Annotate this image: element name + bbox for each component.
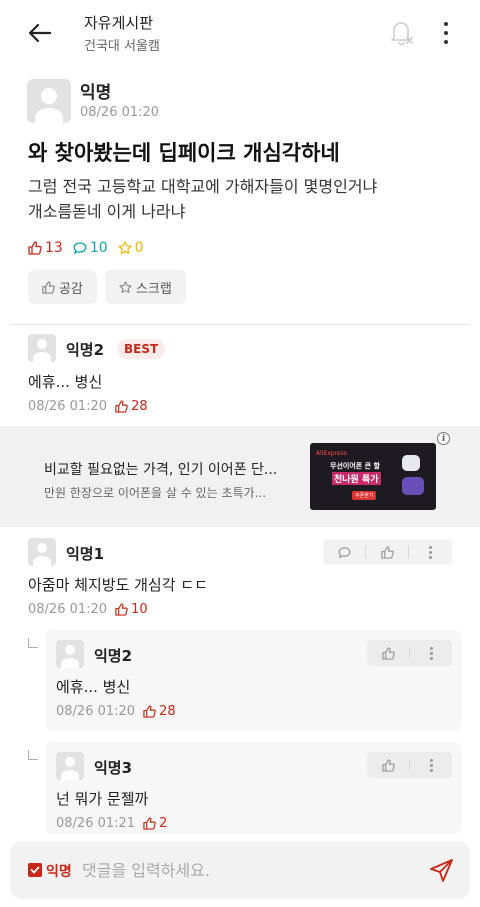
more-vertical-icon	[429, 758, 433, 762]
ad-title: 비교할 필요없는 가격, 인기 이어폰 단...	[44, 462, 278, 478]
reply-timestamp: 08/26 01:20	[56, 704, 136, 719]
scrap-button[interactable]: 스크랩	[104, 270, 186, 304]
comment-like-button[interactable]	[366, 539, 408, 565]
reply-indicator-icon	[28, 638, 38, 648]
reply-item: 익명2 에휴... 병신 08/26 01:20 28	[46, 630, 462, 731]
reply-button[interactable]	[323, 539, 365, 565]
ad-image-cta: 쿠폰받기	[352, 491, 377, 500]
post-timestamp: 08/26 01:20	[80, 105, 160, 120]
more-vertical-icon	[444, 22, 448, 26]
comment-composer: 익명	[10, 841, 470, 899]
thumbs-up-icon	[143, 705, 156, 718]
reply-toolbar	[367, 640, 452, 666]
send-icon	[430, 859, 453, 882]
post-title: 와 찾아봤는데 딥페이크 개심각하네	[28, 141, 340, 165]
comment-count: 10	[73, 240, 108, 256]
post-body-line: 그럼 전국 고등학교 대학교에 가해자들이 몇명인거냐	[28, 177, 378, 196]
earbuds-case-graphic	[402, 455, 420, 471]
send-button[interactable]	[429, 857, 455, 883]
ad-image-line2: 천나원 특가	[332, 472, 381, 485]
checkmark-icon	[30, 866, 40, 874]
comment-more-button[interactable]	[409, 539, 451, 565]
reply-text: 에휴... 병신	[56, 678, 131, 696]
more-menu-button[interactable]	[436, 19, 456, 47]
ad-image-brand: AliExpress	[316, 450, 347, 457]
like-count: 13	[28, 240, 63, 256]
app-header: 자유게시판 건국대 서울캠	[0, 0, 480, 66]
reply-meta: 08/26 01:20 28	[56, 704, 176, 719]
comment-toolbar	[323, 539, 452, 565]
reply-like-button[interactable]	[367, 640, 409, 666]
reply-like-count: 2	[143, 816, 167, 831]
thumbs-up-icon	[381, 758, 395, 772]
scrap-count: 0	[118, 240, 144, 256]
reply-author: 익명3	[94, 759, 133, 777]
more-vertical-icon	[428, 545, 432, 549]
reply-like-count: 28	[143, 704, 176, 719]
back-button[interactable]	[22, 18, 58, 48]
star-icon	[119, 280, 132, 293]
notification-toggle-button[interactable]	[388, 17, 416, 47]
comment-like-count: 10	[115, 602, 148, 617]
comment-avatar	[28, 538, 56, 566]
comment-timestamp: 08/26 01:20	[28, 602, 108, 617]
thumbs-up-icon	[28, 241, 42, 255]
more-vertical-icon	[429, 646, 433, 650]
reply-more-button[interactable]	[410, 640, 452, 666]
reply-avatar	[56, 640, 84, 668]
thumbs-up-icon	[115, 603, 128, 616]
thumbs-up-icon	[115, 400, 128, 413]
thumbs-up-icon	[42, 280, 55, 294]
post-stats: 13 10 0	[28, 240, 144, 256]
thumbs-up-icon	[143, 817, 156, 830]
comment-text: 아줌마 체지방도 개심각 ㄷㄷ	[28, 576, 208, 594]
comment-item: 익명1 아줌마 체지방도 개심각 ㄷㄷ 08/26 01:20 10	[0, 538, 480, 624]
best-badge: BEST	[117, 339, 166, 359]
reply-more-button[interactable]	[410, 752, 452, 778]
comment-author: 익명1	[66, 545, 105, 563]
thumbs-up-icon	[380, 545, 394, 559]
ad-banner[interactable]: 비교할 필요없는 가격, 인기 이어폰 단... 만원 한장으로 이어폰을 살 …	[0, 426, 480, 527]
reply-meta: 08/26 01:21 2	[56, 816, 167, 831]
comment-timestamp: 08/26 01:20	[28, 399, 108, 414]
board-subtitle: 건국대 서울캠	[84, 39, 160, 54]
comment-avatar	[28, 334, 56, 362]
post-author-name: 익명	[80, 83, 112, 103]
reply-avatar	[56, 752, 84, 780]
reply-like-button[interactable]	[367, 752, 409, 778]
like-button[interactable]: 공감	[28, 270, 97, 304]
reply-text: 넌 뭐가 문젤까	[56, 790, 149, 808]
reply-timestamp: 08/26 01:21	[56, 816, 136, 831]
comment-input[interactable]	[82, 855, 412, 885]
post-author-avatar	[27, 79, 71, 123]
comment-author: 익명2	[66, 341, 105, 359]
anonymous-checkbox[interactable]	[28, 863, 42, 877]
back-arrow-icon	[29, 24, 51, 42]
thumbs-up-icon	[381, 646, 395, 660]
ad-image[interactable]: AliExpress 무선이어폰 큰 할 천나원 특가 쿠폰받기	[310, 443, 436, 510]
earbuds-case-graphic	[402, 477, 424, 495]
post-body-line: 개소름돋네 이게 나라냐	[28, 202, 186, 221]
post-actions: 공감 스크랩	[28, 270, 186, 304]
comment-meta: 08/26 01:20 28	[28, 399, 148, 414]
reply-toolbar	[367, 752, 452, 778]
comment-meta: 08/26 01:20 10	[28, 602, 148, 617]
ad-info-icon[interactable]: i	[437, 432, 450, 445]
comment-item: 익명2 BEST 에휴... 병신 08/26 01:20 28	[0, 334, 480, 420]
anonymous-label[interactable]: 익명	[46, 861, 72, 881]
ad-subtitle: 만원 한장으로 이어폰을 살 수 있는 초특가...	[44, 486, 267, 500]
bell-off-icon	[391, 22, 413, 46]
post-divider	[10, 324, 470, 325]
reply-indicator-icon	[28, 750, 38, 760]
ad-image-line1: 무선이어폰 큰 할	[330, 462, 380, 470]
comment-bubble-icon	[338, 546, 350, 558]
comment-like-count: 28	[115, 399, 148, 414]
comment-text: 에휴... 병신	[28, 373, 103, 391]
post-body: 그럼 전국 고등학교 대학교에 가해자들이 몇명인거냐 개소름돋네 이게 나라냐	[28, 174, 458, 224]
board-title: 자유게시판	[84, 14, 154, 32]
reply-item: 익명3 넌 뭐가 문젤까 08/26 01:21 2	[46, 742, 462, 834]
reply-author: 익명2	[94, 647, 133, 665]
star-icon	[118, 241, 132, 254]
comment-bubble-icon	[73, 242, 87, 255]
